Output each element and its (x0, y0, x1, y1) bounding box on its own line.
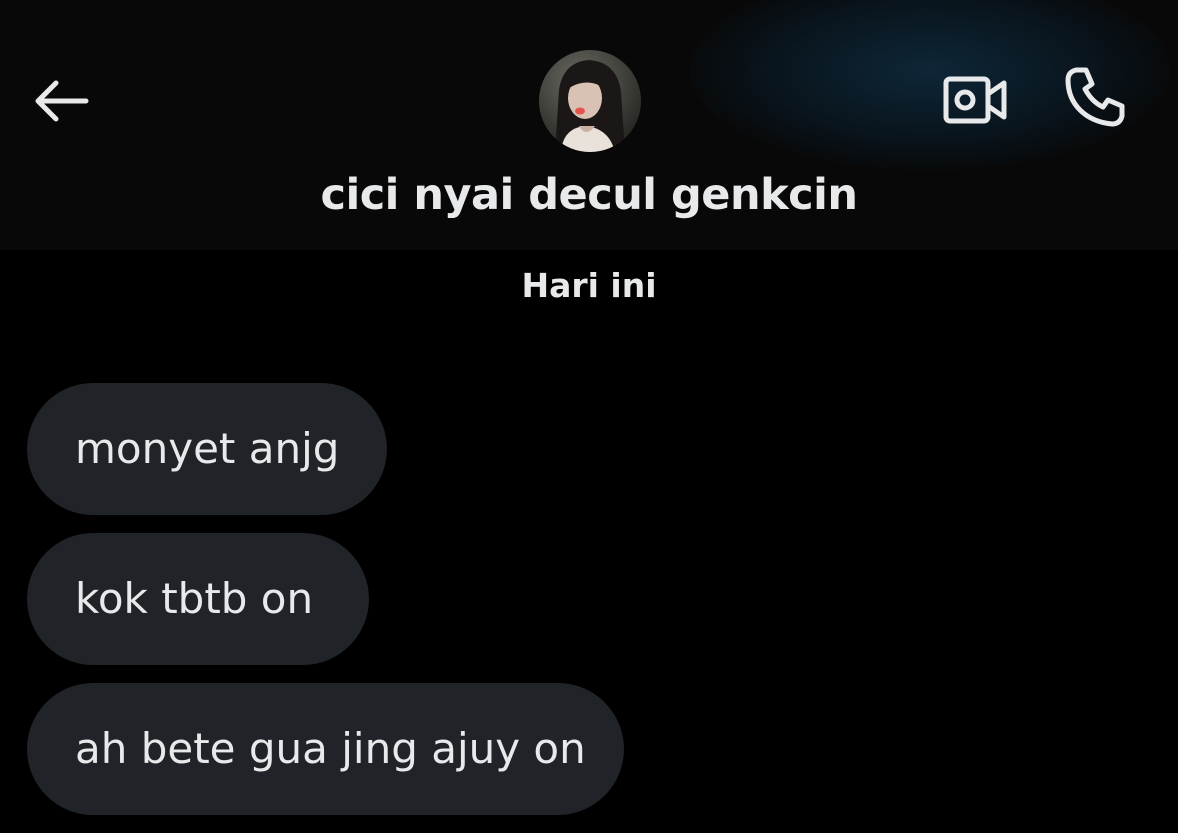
video-camera-icon (942, 73, 1008, 132)
message-bubble[interactable]: monyet anjg (27, 383, 387, 515)
contact-name[interactable]: cici nyai decul genkcin (0, 170, 1178, 220)
contact-avatar[interactable] (539, 50, 641, 152)
arrow-left-icon (32, 79, 90, 128)
message-bubble[interactable]: ah bete gua jing ajuy on (27, 683, 624, 815)
message-list: monyet anjg kok tbtb on ah bete gua jing… (27, 383, 624, 833)
back-button[interactable] (28, 72, 94, 134)
video-call-button[interactable] (940, 70, 1010, 134)
message-bubble[interactable]: kok tbtb on (27, 533, 369, 665)
date-divider: Hari ini (521, 266, 657, 305)
voice-call-button[interactable] (1060, 64, 1130, 134)
chat-header: cici nyai decul genkcin (0, 0, 1178, 250)
phone-icon (1062, 64, 1128, 135)
